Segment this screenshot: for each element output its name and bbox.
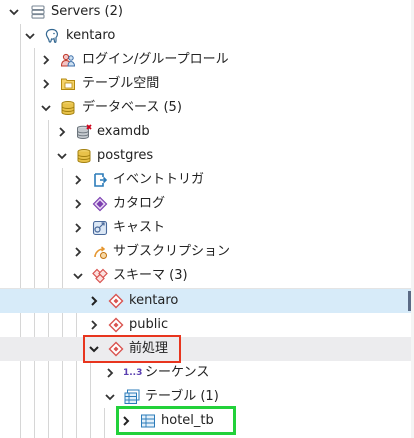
annotation-green-box bbox=[116, 406, 236, 435]
tables-icon bbox=[124, 389, 140, 404]
tree-node-label: シーケンス bbox=[145, 365, 210, 380]
tree-node-label: kentaro bbox=[129, 293, 179, 308]
chevron-right-icon[interactable] bbox=[72, 246, 84, 258]
tree-node-label: テーブル (1) bbox=[145, 389, 219, 404]
tree-node-label: postgres bbox=[97, 148, 154, 163]
tree-node-label: public bbox=[129, 317, 169, 332]
tree-node-label: スキーマ (3) bbox=[113, 268, 188, 283]
chevron-right-icon[interactable] bbox=[88, 295, 100, 307]
subscription-icon bbox=[94, 246, 107, 259]
tree-node-label: キャスト bbox=[113, 220, 166, 235]
tree-node-label: サブスクリプション bbox=[113, 244, 231, 259]
schema-icon bbox=[108, 317, 124, 333]
tree-node-catalogs[interactable]: カタログ bbox=[0, 192, 414, 216]
tree-node-label: データベース (5) bbox=[82, 100, 182, 115]
chevron-right-icon[interactable] bbox=[72, 198, 84, 210]
sequence-icon: 1..3 bbox=[123, 368, 143, 378]
tree-node-servers[interactable]: Servers (2) bbox=[0, 0, 414, 24]
database-icon bbox=[77, 149, 91, 164]
chevron-right-icon[interactable] bbox=[40, 78, 52, 90]
chevron-right-icon[interactable] bbox=[88, 319, 100, 331]
servers-icon bbox=[31, 5, 45, 19]
tree-node-subscriptions[interactable]: サブスクリプション bbox=[0, 240, 414, 264]
chevron-right-icon[interactable] bbox=[72, 174, 84, 186]
chevron-right-icon[interactable] bbox=[56, 126, 68, 138]
event-trigger-icon bbox=[94, 173, 108, 187]
tree-node-server-kentaro[interactable]: kentaro bbox=[0, 24, 414, 48]
tree-node-schemas[interactable]: スキーマ (3) bbox=[0, 264, 414, 289]
database-disconnected-icon bbox=[77, 124, 92, 140]
chevron-down-icon[interactable] bbox=[40, 102, 52, 114]
schema-icon bbox=[108, 293, 124, 309]
tree-node-db-postgres[interactable]: postgres bbox=[0, 144, 414, 168]
chevron-down-icon[interactable] bbox=[8, 6, 20, 18]
tree-node-schema-preprocess[interactable]: 前処理 bbox=[0, 337, 414, 361]
chevron-down-icon[interactable] bbox=[72, 270, 84, 282]
tree-node-label: examdb bbox=[97, 124, 150, 139]
tree-node-label: kentaro bbox=[66, 28, 116, 43]
schemas-icon bbox=[92, 268, 108, 284]
tree-node-schema-public[interactable]: public bbox=[0, 313, 414, 337]
chevron-right-icon[interactable] bbox=[72, 222, 84, 234]
chevron-right-icon[interactable] bbox=[40, 54, 52, 66]
chevron-down-icon[interactable] bbox=[104, 391, 116, 403]
tree-node-login-roles[interactable]: ログイン/グループロール bbox=[0, 48, 414, 72]
tree-node-casts[interactable]: キャスト bbox=[0, 216, 414, 240]
tree-node-label: ログイン/グループロール bbox=[82, 52, 229, 67]
chevron-down-icon[interactable] bbox=[56, 150, 68, 162]
database-icon bbox=[61, 101, 75, 116]
tablespace-icon bbox=[61, 78, 75, 90]
catalog-icon bbox=[92, 196, 108, 212]
tree-node-label: テーブル空間 bbox=[82, 76, 160, 91]
tree-node-tablespaces[interactable]: テーブル空間 bbox=[0, 72, 414, 96]
annotation-red-box bbox=[83, 335, 181, 363]
tree-node-label: Servers (2) bbox=[51, 4, 123, 19]
cast-icon bbox=[92, 220, 108, 236]
tree-node-label: イベントトリガ bbox=[113, 172, 205, 187]
tree-node-label: カタログ bbox=[113, 196, 166, 211]
tree-node-databases[interactable]: データベース (5) bbox=[0, 96, 414, 120]
chevron-down-icon[interactable] bbox=[24, 30, 36, 42]
tree-node-sequences[interactable]: 1..3 シーケンス bbox=[0, 361, 414, 385]
postgresql-elephant-icon bbox=[45, 28, 58, 43]
tree-node-db-examdb[interactable]: examdb bbox=[0, 120, 414, 144]
tree-node-event-triggers[interactable]: イベントトリガ bbox=[0, 168, 414, 192]
tree-node-schema-kentaro[interactable]: kentaro bbox=[0, 289, 414, 313]
chevron-right-icon[interactable] bbox=[104, 367, 116, 379]
login-roles-icon bbox=[60, 53, 76, 67]
